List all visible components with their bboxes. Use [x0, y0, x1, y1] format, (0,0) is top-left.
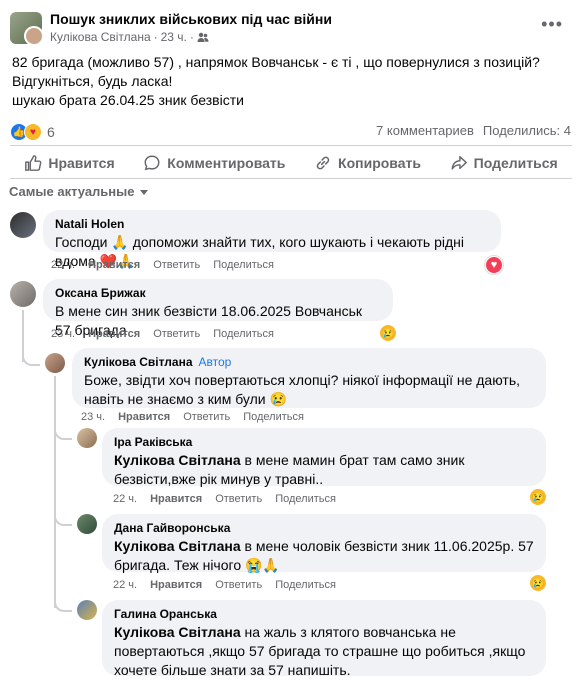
- commenter-name[interactable]: Галина Оранська: [114, 607, 534, 621]
- comment-like-button[interactable]: Нравится: [150, 579, 202, 591]
- separator-dot: ·: [189, 30, 194, 44]
- comment-text: Боже, звідти хоч повертаються хлопці? ні…: [84, 372, 521, 407]
- comment-like-button[interactable]: Нравится: [118, 411, 170, 423]
- comment-bubble: Галина Оранська Кулікова Світлана на жал…: [102, 600, 546, 678]
- commenter-name-row: Кулікова Світлана Автор: [84, 355, 534, 369]
- comment-reply-button[interactable]: Ответить: [215, 579, 262, 591]
- like-label: Нравится: [48, 155, 115, 171]
- post-text: 82 бригада (можливо 57) , напрямок Вовча…: [12, 53, 572, 110]
- thumbs-up-icon: [25, 155, 42, 171]
- mention-link[interactable]: Кулікова Світлана: [114, 538, 241, 554]
- comment-actions: 22 ч. Нравится Ответить Поделиться: [51, 259, 274, 271]
- commenter-avatar[interactable]: [77, 600, 97, 620]
- comment-reply-button[interactable]: Ответить: [153, 328, 200, 340]
- shares-count[interactable]: Поделились: 4: [483, 123, 571, 138]
- thread-connector: [54, 426, 72, 440]
- comment-time[interactable]: 23 ч.: [51, 328, 75, 340]
- comment-icon: [144, 155, 160, 171]
- commenter-avatar[interactable]: [77, 514, 97, 534]
- comment-like-button[interactable]: Нравится: [88, 259, 140, 271]
- post-stats: 7 комментариев Поделились: 4: [376, 123, 571, 138]
- thread-connector: [54, 598, 72, 612]
- like-button[interactable]: Нравится: [24, 154, 115, 172]
- group-avatar[interactable]: [10, 12, 42, 44]
- comment-text: Кулікова Світлана на жаль з клятого вовч…: [114, 623, 534, 680]
- post-action-bar: Нравится Комментировать Копировать Подел…: [10, 148, 572, 178]
- comment-actions: 22 ч. Нравится Ответить Поделиться: [113, 579, 336, 591]
- commenter-avatar[interactable]: [77, 428, 97, 448]
- post-text-line: 82 бригада (можливо 57) , напрямок Вовча…: [12, 54, 540, 70]
- comment-actions: 22 ч. Нравится Ответить Поделиться: [113, 493, 336, 505]
- comment-share-button[interactable]: Поделиться: [213, 259, 274, 271]
- comment-reply-button[interactable]: Ответить: [153, 259, 200, 271]
- commenter-name[interactable]: Natali Holen: [55, 217, 489, 231]
- separator-dot: ·: [153, 30, 158, 44]
- comment-time[interactable]: 22 ч.: [113, 493, 137, 505]
- comment-time[interactable]: 22 ч.: [51, 259, 75, 271]
- post-text-line: шукаю брата 26.04.25 зник безвісти: [12, 92, 244, 108]
- sad-icon[interactable]: 😢: [380, 325, 396, 341]
- comment-sort-dropdown[interactable]: Самые актуальные: [9, 184, 149, 199]
- reactions-count: 6: [47, 124, 55, 140]
- comment-button[interactable]: Комментировать: [143, 154, 285, 172]
- comment-share-button[interactable]: Поделиться: [275, 493, 336, 505]
- commenter-avatar[interactable]: [45, 353, 65, 373]
- comments-count[interactable]: 7 комментариев: [376, 123, 474, 138]
- caret-down-icon: [139, 189, 148, 195]
- post-time[interactable]: 23 ч.: [161, 30, 187, 44]
- thread-connector: [22, 352, 40, 366]
- commenter-name[interactable]: Дана Гайворонська: [114, 521, 534, 535]
- author-badge: Автор: [198, 355, 232, 369]
- care-reaction-icon: ♥: [24, 123, 42, 141]
- comment-share-button[interactable]: Поделиться: [243, 411, 304, 423]
- comment-bubble: Оксана Брижак В мене син зник безвісти 1…: [43, 279, 393, 338]
- mention-link[interactable]: Кулікова Світлана: [114, 624, 241, 640]
- sort-label: Самые актуальные: [9, 184, 135, 199]
- comment-text: Кулікова Світлана в мене чоловік безвіст…: [114, 537, 534, 575]
- share-label: Поделиться: [473, 155, 558, 171]
- comment-share-button[interactable]: Поделиться: [213, 328, 274, 340]
- comment-bubble: Natali Holen Господи 🙏 допоможи знайти т…: [43, 210, 501, 269]
- comment-share-button[interactable]: Поделиться: [275, 579, 336, 591]
- post-meta: Кулікова Світлана · 23 ч. ·: [50, 30, 209, 44]
- commenter-avatar[interactable]: [10, 212, 36, 238]
- thread-line: [54, 376, 56, 608]
- group-name[interactable]: Пошук зниклих військових під час війни: [50, 11, 332, 27]
- copy-label: Копировать: [338, 155, 421, 171]
- share-icon: [451, 155, 467, 170]
- post-text-line: Відгукніться, будь ласка!: [12, 73, 173, 89]
- mention-link[interactable]: Кулікова Світлана: [114, 452, 241, 468]
- comment-reply-button[interactable]: Ответить: [183, 411, 230, 423]
- comment-time[interactable]: 23 ч.: [81, 411, 105, 423]
- link-icon: [316, 156, 330, 170]
- commenter-name[interactable]: Оксана Брижак: [55, 286, 381, 300]
- copy-button[interactable]: Копировать: [314, 154, 421, 172]
- commenter-name[interactable]: Іра Раківська: [114, 435, 534, 449]
- comment-bubble: Іра Раківська Кулікова Світлана в мене м…: [102, 428, 546, 489]
- reactions-summary[interactable]: 👍 ♥ 6: [10, 123, 55, 141]
- share-button[interactable]: Поделиться: [450, 154, 558, 172]
- comment-bubble: Кулікова Світлана Автор Боже, звідти хоч …: [72, 348, 546, 408]
- comment-bubble: Дана Гайворонська Кулікова Світлана в ме…: [102, 514, 546, 575]
- comment-reply-button[interactable]: Ответить: [215, 493, 262, 505]
- love-icon[interactable]: ♥: [485, 256, 503, 274]
- sad-icon[interactable]: 😢: [530, 489, 546, 505]
- author-avatar[interactable]: [24, 26, 42, 44]
- thread-connector: [54, 512, 72, 526]
- comment-like-button[interactable]: Нравится: [88, 328, 140, 340]
- comment-actions: 23 ч. Нравится Ответить Поделиться: [51, 328, 274, 340]
- comment-actions: 23 ч. Нравится Ответить Поделиться: [81, 411, 304, 423]
- comment-like-button[interactable]: Нравится: [150, 493, 202, 505]
- comment-label: Комментировать: [167, 155, 286, 171]
- commenter-avatar[interactable]: [10, 281, 36, 307]
- commenter-name[interactable]: Кулікова Світлана: [84, 355, 193, 369]
- comment-time[interactable]: 22 ч.: [113, 579, 137, 591]
- divider: [10, 145, 572, 146]
- sad-icon[interactable]: 😢: [530, 575, 546, 591]
- post-author[interactable]: Кулікова Світлана: [50, 30, 151, 44]
- comment-text: Кулікова Світлана в мене мамин брат там …: [114, 451, 534, 489]
- more-options-icon[interactable]: •••: [541, 14, 563, 35]
- divider: [10, 178, 572, 179]
- group-audience-icon: [197, 32, 209, 42]
